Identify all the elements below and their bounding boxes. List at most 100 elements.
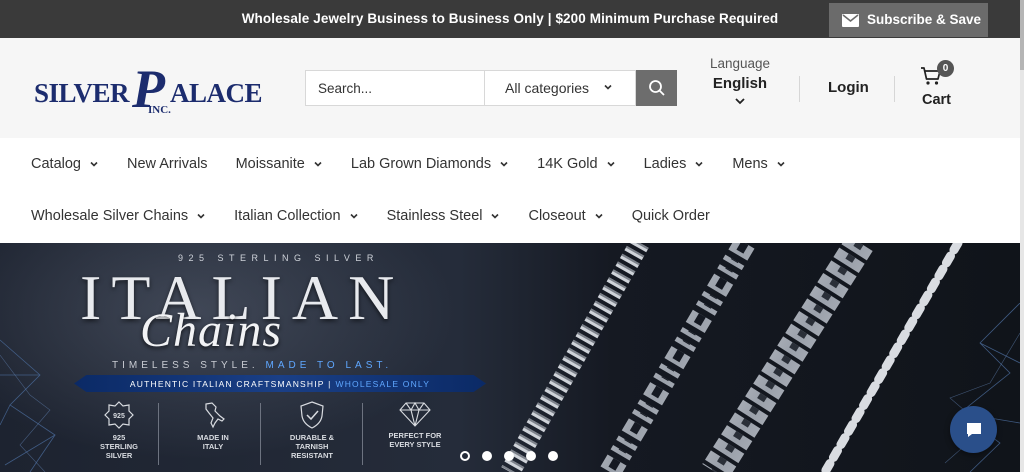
925-medal-icon: 925 <box>104 401 134 429</box>
badge-line: STERLING <box>100 442 138 451</box>
chevron-down-icon <box>695 161 703 167</box>
badge-line: DURABLE & <box>289 433 335 442</box>
hero-banner[interactable]: 925 STERLING SILVER ITALIAN Chains TIMEL… <box>0 243 1020 472</box>
chevron-down-icon <box>777 161 785 167</box>
nav-item-italian-collection[interactable]: Italian Collection <box>234 208 358 224</box>
badge-every-style: PERFECT FOR EVERY STYLE <box>376 401 454 449</box>
badge-line: ITALY <box>202 442 224 451</box>
subscribe-button[interactable]: Subscribe & Save <box>829 3 988 37</box>
badge-separator <box>362 403 363 465</box>
subscribe-label: Subscribe & Save <box>867 12 982 27</box>
language-value: English <box>712 75 768 92</box>
chevron-down-icon <box>735 98 745 105</box>
category-select[interactable]: All categories <box>484 70 636 106</box>
chevron-down-icon <box>500 161 508 167</box>
hero-tagline-part-a: TIMELESS STYLE. <box>112 360 259 371</box>
nav-item-wholesale-silver-chains[interactable]: Wholesale Silver Chains <box>31 208 206 224</box>
hero-script-title: Chains <box>140 304 283 357</box>
badge-line: MADE IN <box>197 433 229 442</box>
nav-item-mens[interactable]: Mens <box>732 156 785 172</box>
diamond-icon <box>399 401 431 427</box>
band-highlight: WHOLESALE ONLY <box>335 378 431 389</box>
announcement-bar: Wholesale Jewelry Business to Business O… <box>0 0 1024 38</box>
slider-pagination <box>460 451 558 461</box>
badge-line: EVERY STYLE <box>389 440 441 449</box>
hero-craftsmanship-band: AUTHENTIC ITALIAN CRAFTSMANSHIP | WHOLES… <box>74 375 486 392</box>
chat-bubble-icon <box>966 422 981 437</box>
search-button[interactable] <box>636 70 677 106</box>
slider-dot[interactable] <box>460 451 470 461</box>
slider-dot[interactable] <box>526 451 536 461</box>
nav-item-quick-order[interactable]: Quick Order <box>632 208 710 224</box>
nav-item-label: Ladies <box>643 156 687 172</box>
nav-row-primary: Catalog New Arrivals Moissanite Lab Grown D… <box>31 151 814 177</box>
slider-dot[interactable] <box>482 451 492 461</box>
main-navigation: Catalog New Arrivals Moissanite Lab Grown D… <box>0 138 1020 243</box>
chevron-down-icon <box>604 84 612 90</box>
search-bar: All categories <box>305 70 677 106</box>
shield-check-icon <box>300 401 324 429</box>
search-icon <box>648 80 665 96</box>
language-selector[interactable]: Language English <box>700 56 780 106</box>
login-link[interactable]: Login <box>828 79 869 96</box>
badge-sterling-silver: 925 925 STERLING SILVER <box>80 401 158 460</box>
header-divider <box>799 76 800 102</box>
mail-icon <box>842 14 859 27</box>
nav-item-ladies[interactable]: Ladies <box>644 156 705 172</box>
nav-item-label: 14K Gold <box>537 156 598 172</box>
chevron-down-icon <box>595 213 603 219</box>
nav-item-label: Italian Collection <box>234 208 341 224</box>
silver-palace-logo[interactable]: SILVER P ALACE INC. <box>32 58 272 120</box>
badge-line: PERFECT FOR <box>388 431 442 440</box>
silver-chains-illustration <box>501 243 963 472</box>
nav-item-label: Quick Order <box>631 208 710 224</box>
logo-word-silver: SILVER <box>34 78 130 108</box>
band-text: AUTHENTIC ITALIAN CRAFTSMANSHIP | <box>129 378 332 389</box>
chevron-down-icon <box>607 161 615 167</box>
nav-item-label: Closeout <box>528 208 586 224</box>
slider-dot[interactable] <box>504 451 514 461</box>
slider-dot[interactable] <box>548 451 558 461</box>
header-divider <box>894 76 895 102</box>
nav-item-label: New Arrivals <box>126 156 208 172</box>
scrollbar-thumb[interactable] <box>1020 0 1024 70</box>
nav-item-closeout[interactable]: Closeout <box>528 208 603 224</box>
nav-item-label: Moissanite <box>235 156 305 172</box>
chevron-down-icon <box>90 161 98 167</box>
category-select-value: All categories <box>505 80 590 96</box>
nav-item-14k-gold[interactable]: 14K Gold <box>537 156 615 172</box>
hero-tagline: TIMELESS STYLE. MADE TO LAST. <box>112 360 392 371</box>
nav-item-lab-grown-diamonds[interactable]: Lab Grown Diamonds <box>351 156 509 172</box>
site-header: SILVER P ALACE INC. All categories Langu… <box>0 38 1020 138</box>
badge-line: 925 <box>112 433 126 442</box>
search-input[interactable] <box>305 70 484 106</box>
cart-count-badge: 0 <box>937 60 954 77</box>
nav-item-label: Stainless Steel <box>386 208 483 224</box>
badge-separator <box>260 403 261 465</box>
medal-number: 925 <box>113 413 125 420</box>
badge-line: SILVER <box>105 451 133 460</box>
cart-label: Cart <box>922 92 952 108</box>
badge-line: RESISTANT <box>291 451 333 460</box>
badge-line: TARNISH <box>295 442 329 451</box>
chevron-down-icon <box>314 161 322 167</box>
badge-separator <box>158 403 159 465</box>
nav-item-catalog[interactable]: Catalog <box>31 156 99 172</box>
network-pattern-left <box>0 339 56 472</box>
cart-button[interactable]: 0 Cart <box>918 60 968 112</box>
chevron-down-icon <box>491 213 500 219</box>
nav-item-new-arrivals[interactable]: New Arrivals <box>127 156 208 172</box>
page-scrollbar[interactable] <box>1020 0 1024 472</box>
badge-durable: DURABLE & TARNISH RESISTANT <box>273 401 351 460</box>
logo-inc: INC. <box>148 104 171 116</box>
italy-map-icon <box>205 402 225 429</box>
chat-button[interactable] <box>950 406 997 453</box>
nav-item-moissanite[interactable]: Moissanite <box>236 156 323 172</box>
language-caption: Language <box>709 56 771 71</box>
chevron-down-icon <box>197 213 205 219</box>
badge-made-in-italy: MADE IN ITALY <box>174 401 252 451</box>
nav-item-label: Wholesale Silver Chains <box>31 208 189 224</box>
nav-item-label: Lab Grown Diamonds <box>350 156 492 172</box>
nav-item-stainless-steel[interactable]: Stainless Steel <box>387 208 501 224</box>
nav-item-label: Mens <box>732 156 768 172</box>
